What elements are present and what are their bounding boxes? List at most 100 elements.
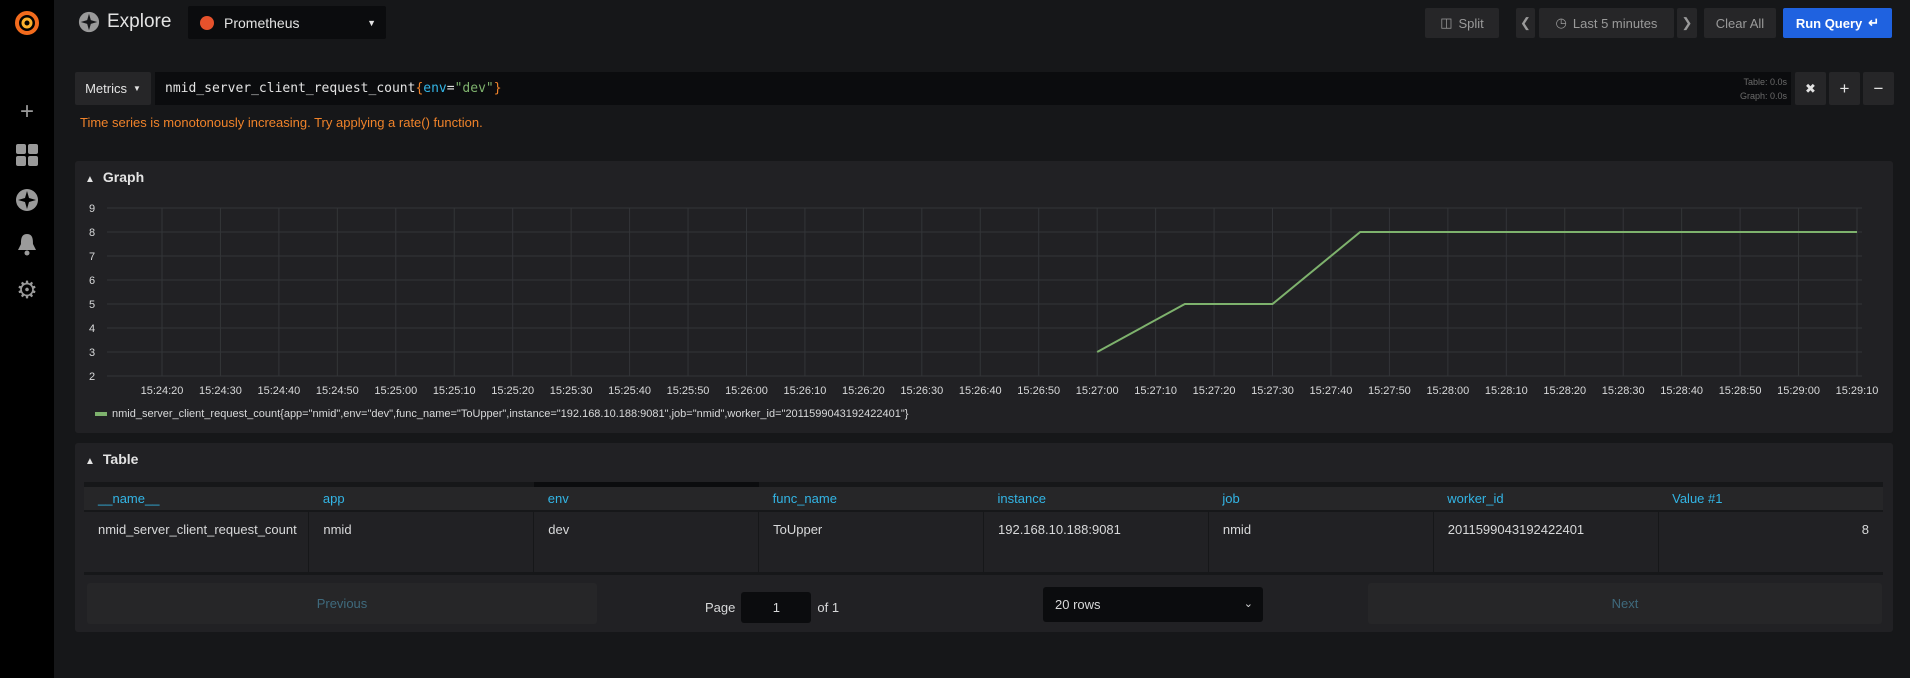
- x-tick-label: 15:24:50: [316, 385, 359, 397]
- clock-icon: ◷: [1555, 15, 1567, 30]
- y-tick-label: 4: [89, 323, 95, 335]
- table-cell: ToUpper: [758, 511, 984, 575]
- gear-icon[interactable]: ⚙: [12, 276, 42, 306]
- page-label: Page: [705, 600, 736, 615]
- x-tick-label: 15:24:20: [141, 385, 184, 397]
- x-tick-label: 15:29:00: [1777, 385, 1820, 397]
- table-cell: dev: [533, 511, 760, 575]
- legend-swatch: [95, 412, 107, 416]
- y-tick-label: 5: [89, 299, 95, 311]
- x-tick-label: 15:29:10: [1836, 385, 1879, 397]
- legend-label: nmid_server_client_request_count{app="nm…: [112, 408, 909, 420]
- table-cell: nmid_server_client_request_count: [84, 511, 310, 575]
- column-header[interactable]: job: [1208, 482, 1434, 512]
- close-icon: ✖: [1805, 80, 1816, 96]
- add-query-button[interactable]: +: [1829, 72, 1860, 105]
- query-eq: =: [446, 81, 455, 96]
- column-header[interactable]: env: [533, 482, 759, 512]
- table-toggle[interactable]: ▲ Table: [85, 451, 138, 467]
- x-tick-label: 15:27:50: [1368, 385, 1411, 397]
- time-forward-button[interactable]: ❯: [1677, 8, 1697, 38]
- dashboards-icon[interactable]: [12, 143, 42, 173]
- query-label-key: env: [423, 81, 447, 96]
- table-cell: 8: [1658, 511, 1883, 575]
- chevron-down-icon: ▼: [367, 17, 376, 28]
- column-header[interactable]: worker_id: [1433, 482, 1659, 512]
- explore-icon[interactable]: [12, 188, 42, 218]
- query-input[interactable]: nmid_server_client_request_count{env="de…: [155, 72, 1791, 105]
- x-tick-label: 15:24:30: [199, 385, 242, 397]
- remove-row-button[interactable]: −: [1863, 72, 1894, 105]
- column-header[interactable]: func_name: [758, 482, 984, 512]
- graph-chart: 9 8 7 6 5 4 3 2 15:24:20 15:24:30 15:24:40 15:24:50…: [89, 203, 1879, 397]
- split-icon: ◫: [1440, 15, 1453, 30]
- x-tick-label: 15:25:10: [433, 385, 476, 397]
- chevron-right-icon: ❯: [1681, 15, 1693, 30]
- x-tick-label: 15:26:20: [842, 385, 885, 397]
- y-tick-label: 6: [89, 275, 95, 287]
- split-button[interactable]: ◫ Split: [1425, 8, 1499, 38]
- x-tick-label: 15:28:40: [1660, 385, 1703, 397]
- table-cell: 192.168.10.188:9081: [983, 511, 1209, 575]
- split-label: Split: [1458, 15, 1484, 31]
- column-header[interactable]: app: [308, 482, 534, 512]
- query-label-value: "dev": [454, 81, 494, 96]
- collapse-caret-icon: ▲: [85, 456, 95, 467]
- datasource-picker[interactable]: Prometheus ▼: [188, 6, 386, 39]
- rows-select-value: 20 rows: [1055, 597, 1101, 612]
- query-brace: }: [493, 81, 502, 96]
- time-range-picker[interactable]: ◷ Last 5 minutes: [1539, 8, 1674, 38]
- column-header[interactable]: __name__: [84, 482, 309, 512]
- table-row: nmid_server_client_request_count nmid dev T…: [84, 511, 1883, 575]
- x-tick-label: 15:26:00: [725, 385, 768, 397]
- chevron-left-icon: ❮: [1520, 15, 1531, 30]
- table-timing: Table: 0.0s: [1743, 77, 1787, 87]
- grafana-logo[interactable]: [12, 8, 42, 38]
- column-header[interactable]: Value #1: [1658, 482, 1883, 512]
- time-back-button[interactable]: ❮: [1516, 8, 1535, 38]
- x-tick-label: 15:26:10: [784, 385, 827, 397]
- clear-all-button[interactable]: Clear All: [1704, 8, 1776, 38]
- x-tick-label: 15:27:40: [1310, 385, 1353, 397]
- page-count: of 1: [817, 600, 840, 615]
- x-tick-label: 15:26:40: [959, 385, 1002, 397]
- results-table: __name__ app env func_name instance job worker…: [84, 482, 1883, 575]
- x-tick-label: 15:24:40: [257, 385, 300, 397]
- legend-item[interactable]: nmid_server_client_request_count{app="nm…: [95, 408, 908, 420]
- x-tick-label: 15:26:30: [900, 385, 943, 397]
- metrics-dropdown[interactable]: Metrics ▼: [75, 72, 151, 105]
- table-cell: 2011599043192422401: [1433, 511, 1659, 575]
- query-warning: Time series is monotonously increasing. …: [80, 115, 483, 130]
- previous-button[interactable]: Previous: [87, 583, 597, 624]
- run-query-label: Run Query: [1795, 15, 1863, 31]
- x-tick-label: 15:25:30: [550, 385, 593, 397]
- sidebar: + ⚙: [0, 0, 54, 678]
- alert-bell-icon[interactable]: [12, 232, 42, 262]
- graph-panel: ▲ Graph 9 8 7 6 5 4 3 2 15:24:20 15:24:30 15:24:40 1…: [75, 161, 1893, 433]
- caret-down-icon: ▼: [132, 84, 141, 93]
- prometheus-icon: [200, 15, 214, 30]
- rows-per-page-select[interactable]: 20 rows ⌄: [1043, 587, 1263, 622]
- x-tick-label: 15:27:10: [1134, 385, 1177, 397]
- page-title: Explore: [107, 11, 172, 32]
- x-tick-label: 15:28:30: [1602, 385, 1645, 397]
- plus-icon: +: [1839, 78, 1850, 98]
- run-query-button[interactable]: Run Query ↵: [1783, 8, 1892, 38]
- remove-query-button[interactable]: ✖: [1795, 72, 1826, 105]
- plus-icon[interactable]: +: [12, 97, 42, 127]
- query-metric: nmid_server_client_request_count: [165, 81, 416, 96]
- metrics-label: Metrics: [85, 81, 127, 96]
- table-cell: nmid: [1208, 511, 1434, 575]
- column-header[interactable]: instance: [983, 482, 1209, 512]
- x-tick-label: 15:28:50: [1719, 385, 1762, 397]
- x-tick-label: 15:26:50: [1017, 385, 1060, 397]
- y-tick-label: 9: [89, 203, 95, 215]
- next-button[interactable]: Next: [1368, 583, 1882, 624]
- x-tick-label: 15:25:50: [667, 385, 710, 397]
- x-tick-label: 15:28:00: [1426, 385, 1469, 397]
- chevron-down-icon: ⌄: [1243, 598, 1253, 610]
- y-tick-label: 8: [89, 227, 95, 239]
- graph-timing: Graph: 0.0s: [1739, 91, 1787, 101]
- page-input[interactable]: 1: [741, 592, 812, 623]
- table-title: Table: [102, 451, 139, 467]
